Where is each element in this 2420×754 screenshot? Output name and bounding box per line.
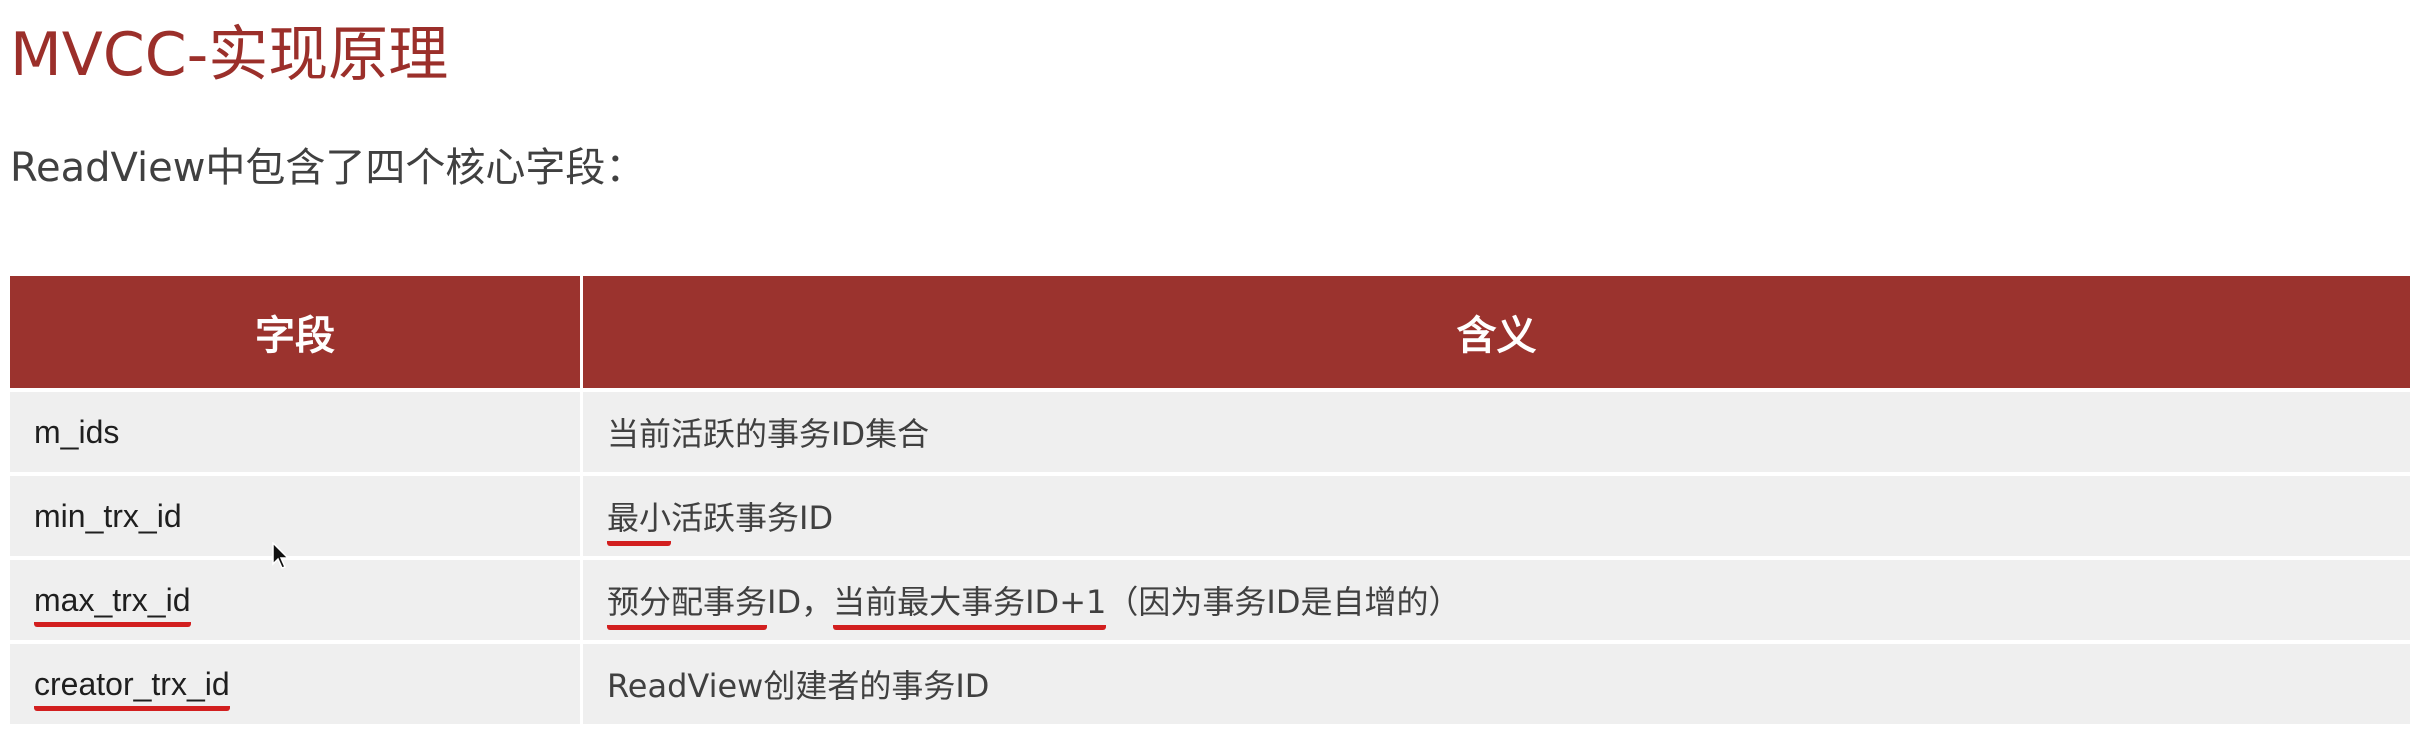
meaning-underlined-text: 预分配事务 xyxy=(607,583,768,630)
header-field: 字段 xyxy=(10,276,583,388)
meaning-cell: 最小活跃事务ID xyxy=(583,472,2410,556)
header-meaning: 含义 xyxy=(583,276,2410,388)
meaning-underlined-text: 最小 xyxy=(607,499,672,546)
field-name: m_ids xyxy=(34,413,120,450)
meaning-text: （因为事务ID是自增的） xyxy=(1106,583,1461,621)
field-name: creator_trx_id xyxy=(34,665,230,711)
field-name: min_trx_id xyxy=(34,497,182,534)
meaning-cell: 预分配事务ID，当前最大事务ID+1（因为事务ID是自增的） xyxy=(583,556,2410,640)
table-row: min_trx_id 最小活跃事务ID xyxy=(10,472,2410,556)
meaning-text: ID， xyxy=(767,583,834,621)
readview-fields-table: 字段 含义 m_ids 当前活跃的事务ID集合 min_trx_id 最小活跃事… xyxy=(10,276,2410,724)
table-header-row: 字段 含义 xyxy=(10,276,2410,388)
subtitle: ReadView中包含了四个核心字段： xyxy=(10,145,646,191)
field-cell: min_trx_id xyxy=(10,472,583,556)
meaning-cell: 当前活跃的事务ID集合 xyxy=(583,388,2410,472)
meaning-text: ReadView创建者的事务ID xyxy=(607,667,990,705)
mouse-cursor-icon xyxy=(272,542,290,569)
field-name: max_trx_id xyxy=(34,581,191,627)
meaning-text: 当前活跃的事务ID集合 xyxy=(607,415,930,453)
field-cell: creator_trx_id xyxy=(10,640,583,724)
field-cell: m_ids xyxy=(10,388,583,472)
field-cell: max_trx_id xyxy=(10,556,583,640)
table-row: m_ids 当前活跃的事务ID集合 xyxy=(10,388,2410,472)
table-row: creator_trx_id ReadView创建者的事务ID xyxy=(10,640,2410,724)
meaning-text: 活跃事务ID xyxy=(671,499,834,537)
table-row: max_trx_id 预分配事务ID，当前最大事务ID+1（因为事务ID是自增的… xyxy=(10,556,2410,640)
meaning-underlined-text: 当前最大事务ID+1 xyxy=(833,583,1107,630)
slide: MVCC-实现原理 ReadView中包含了四个核心字段： 字段 含义 m_id… xyxy=(0,0,2420,754)
page-title: MVCC-实现原理 xyxy=(10,20,449,90)
meaning-cell: ReadView创建者的事务ID xyxy=(583,640,2410,724)
